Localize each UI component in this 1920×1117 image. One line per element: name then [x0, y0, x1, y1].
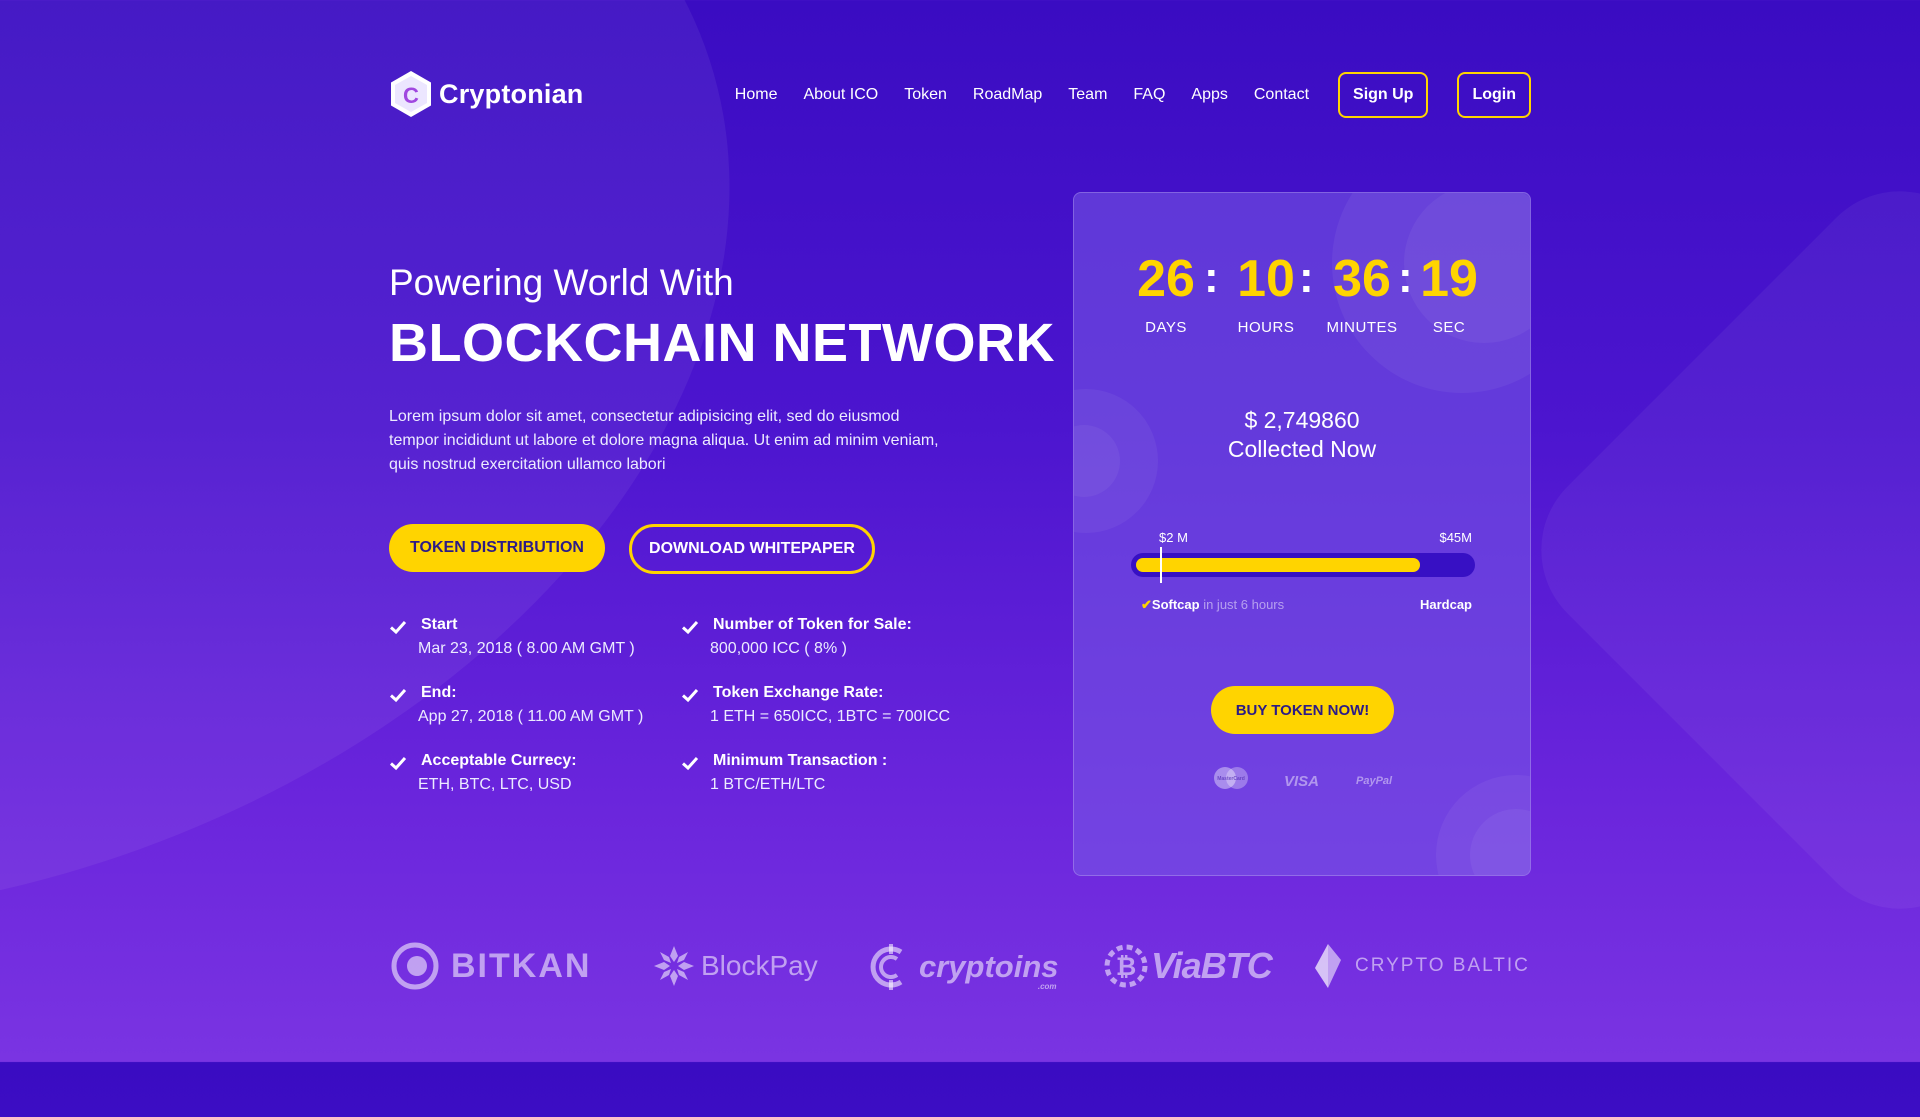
blockpay-icon: [654, 946, 694, 986]
cryptoins-text: cryptoins .com: [919, 949, 1059, 991]
nav-token[interactable]: Token: [904, 86, 947, 104]
background-diamond: [1504, 154, 1920, 946]
token-sale-card: 26 DAYS : 10 HOURS : 36 MINUTES : 19 SEC…: [1073, 192, 1531, 876]
countdown-hours-label: HOURS: [1237, 319, 1295, 336]
softcap-check-icon: ✔: [1141, 597, 1152, 612]
hero-title: BLOCKCHAIN NETWORK: [389, 313, 1055, 373]
info-label: Start: [421, 616, 458, 633]
info-value: 1 ETH = 650ICC, 1BTC = 700ICC: [710, 708, 951, 725]
info-currency: Acceptable Currecy: ETH, BTC, LTC, USD: [389, 752, 679, 794]
countdown-minutes-label: MINUTES: [1326, 319, 1398, 336]
info-label: Acceptable Currecy:: [421, 752, 577, 769]
viabtc-icon: ₿: [1104, 944, 1148, 988]
info-exchange-rate: Token Exchange Rate: 1 ETH = 650ICC, 1BT…: [681, 684, 981, 726]
info-min-transaction: Minimum Transaction : 1 BTC/ETH/LTC: [681, 752, 981, 794]
token-distribution-button[interactable]: TOKEN DISTRIBUTION: [389, 524, 605, 572]
info-end: End: App 27, 2018 ( 11.00 AM GMT ): [389, 684, 679, 726]
countdown-seconds-label: SEC: [1432, 319, 1466, 336]
brand-name: Cryptonian: [439, 78, 584, 109]
info-label: End:: [421, 684, 457, 701]
info-label: Token Exchange Rate:: [713, 684, 884, 701]
info-start: Start Mar 23, 2018 ( 8.00 AM GMT ): [389, 616, 679, 658]
blockpay-text-b: Pay: [769, 950, 818, 981]
partner-crypto-baltic: CRYPTO BALTIC: [1311, 942, 1530, 990]
nav-about-ico[interactable]: About ICO: [803, 86, 878, 104]
countdown-seconds: 19 SEC: [1408, 253, 1490, 336]
check-icon: [681, 620, 699, 635]
check-icon: [681, 688, 699, 703]
nav-team[interactable]: Team: [1068, 86, 1107, 104]
info-value: 1 BTC/ETH/LTC: [710, 776, 826, 793]
softcap-note: in just 6 hours: [1203, 597, 1285, 612]
paypal-logo: PayPal: [1356, 775, 1393, 787]
crypto-baltic-text: CRYPTO BALTIC: [1355, 955, 1530, 976]
page-container: C Cryptonian Home About ICO Token RoadMa…: [389, 0, 1531, 1062]
softcap-label: Softcap: [1151, 597, 1200, 612]
nav-faq[interactable]: FAQ: [1133, 86, 1165, 104]
viabtc-text: ViaBTC: [1151, 945, 1273, 986]
check-icon: [681, 756, 699, 771]
mastercard-logo: MasterCard: [1211, 765, 1251, 794]
hardcap-label: Hardcap: [1419, 597, 1472, 612]
softcap-info: ✔Softcap in just 6 hours: [1141, 597, 1284, 613]
cryptoins-sub: .com: [1037, 982, 1057, 991]
info-label: Minimum Transaction :: [713, 752, 888, 769]
logo-letter: C: [403, 83, 419, 108]
softcap-marker: [1160, 547, 1162, 583]
main-nav: Home About ICO Token RoadMap Team FAQ Ap…: [709, 72, 1531, 118]
progress-fill: [1136, 558, 1420, 572]
crypto-baltic-icon: [1315, 944, 1341, 988]
hero-description: Lorem ipsum dolor sit amet, consectetur …: [389, 408, 939, 473]
check-icon: [389, 688, 407, 703]
countdown-days: 26 DAYS: [1118, 253, 1214, 336]
info-value: Mar 23, 2018 ( 8.00 AM GMT ): [418, 640, 635, 657]
hero-subtitle: Powering World With: [389, 262, 734, 303]
nav-roadmap[interactable]: RoadMap: [973, 86, 1042, 104]
buy-token-button[interactable]: BUY TOKEN NOW!: [1211, 686, 1394, 734]
nav-home[interactable]: Home: [735, 86, 778, 104]
svg-text:₿: ₿: [1116, 953, 1136, 981]
logo-hexagon-icon: C: [389, 70, 433, 118]
bitkan-text: BITKAN: [451, 946, 592, 985]
info-value: 800,000 ICC ( 8% ): [710, 640, 847, 657]
countdown-days-label: DAYS: [1145, 319, 1187, 336]
progress-track: [1131, 553, 1475, 577]
login-button[interactable]: Login: [1457, 72, 1531, 118]
info-value: App 27, 2018 ( 11.00 AM GMT ): [418, 708, 644, 725]
visa-logo: VISA: [1284, 773, 1320, 790]
partner-viabtc: ₿ ViaBTC: [1103, 942, 1273, 990]
cryptoins-icon: [870, 944, 903, 990]
countdown-days-value: 26: [1137, 250, 1195, 308]
collected-amount: $ 2,749860: [1244, 407, 1360, 433]
nav-contact[interactable]: Contact: [1254, 86, 1309, 104]
signup-button[interactable]: Sign Up: [1338, 72, 1429, 118]
info-value: ETH, BTC, LTC, USD: [418, 776, 572, 793]
progress-max-label: $45M: [1439, 530, 1472, 545]
partner-bitkan: BITKAN: [391, 942, 591, 990]
collected-label: Collected Now: [1227, 436, 1377, 462]
bitkan-icon: [391, 942, 439, 990]
download-whitepaper-button[interactable]: DOWNLOAD WHITEPAPER: [629, 524, 875, 574]
info-token-sale: Number of Token for Sale: 800,000 ICC ( …: [681, 616, 981, 658]
mastercard-text: MasterCard: [1217, 776, 1245, 782]
blockpay-text: BlockPay: [701, 950, 818, 982]
blockpay-text-a: Block: [701, 950, 770, 981]
check-icon: [389, 756, 407, 771]
info-label: Number of Token for Sale:: [713, 616, 912, 633]
countdown-seconds-value: 19: [1420, 250, 1478, 308]
logo[interactable]: C Cryptonian: [389, 70, 584, 118]
check-icon: [389, 620, 407, 635]
partner-cryptoins: cryptoins .com: [867, 942, 1059, 992]
nav-apps[interactable]: Apps: [1191, 86, 1227, 104]
partner-blockpay: BlockPay: [651, 942, 818, 990]
progress-min-label: $2 M: [1159, 530, 1188, 545]
cryptoins-name: cryptoins: [919, 949, 1059, 984]
